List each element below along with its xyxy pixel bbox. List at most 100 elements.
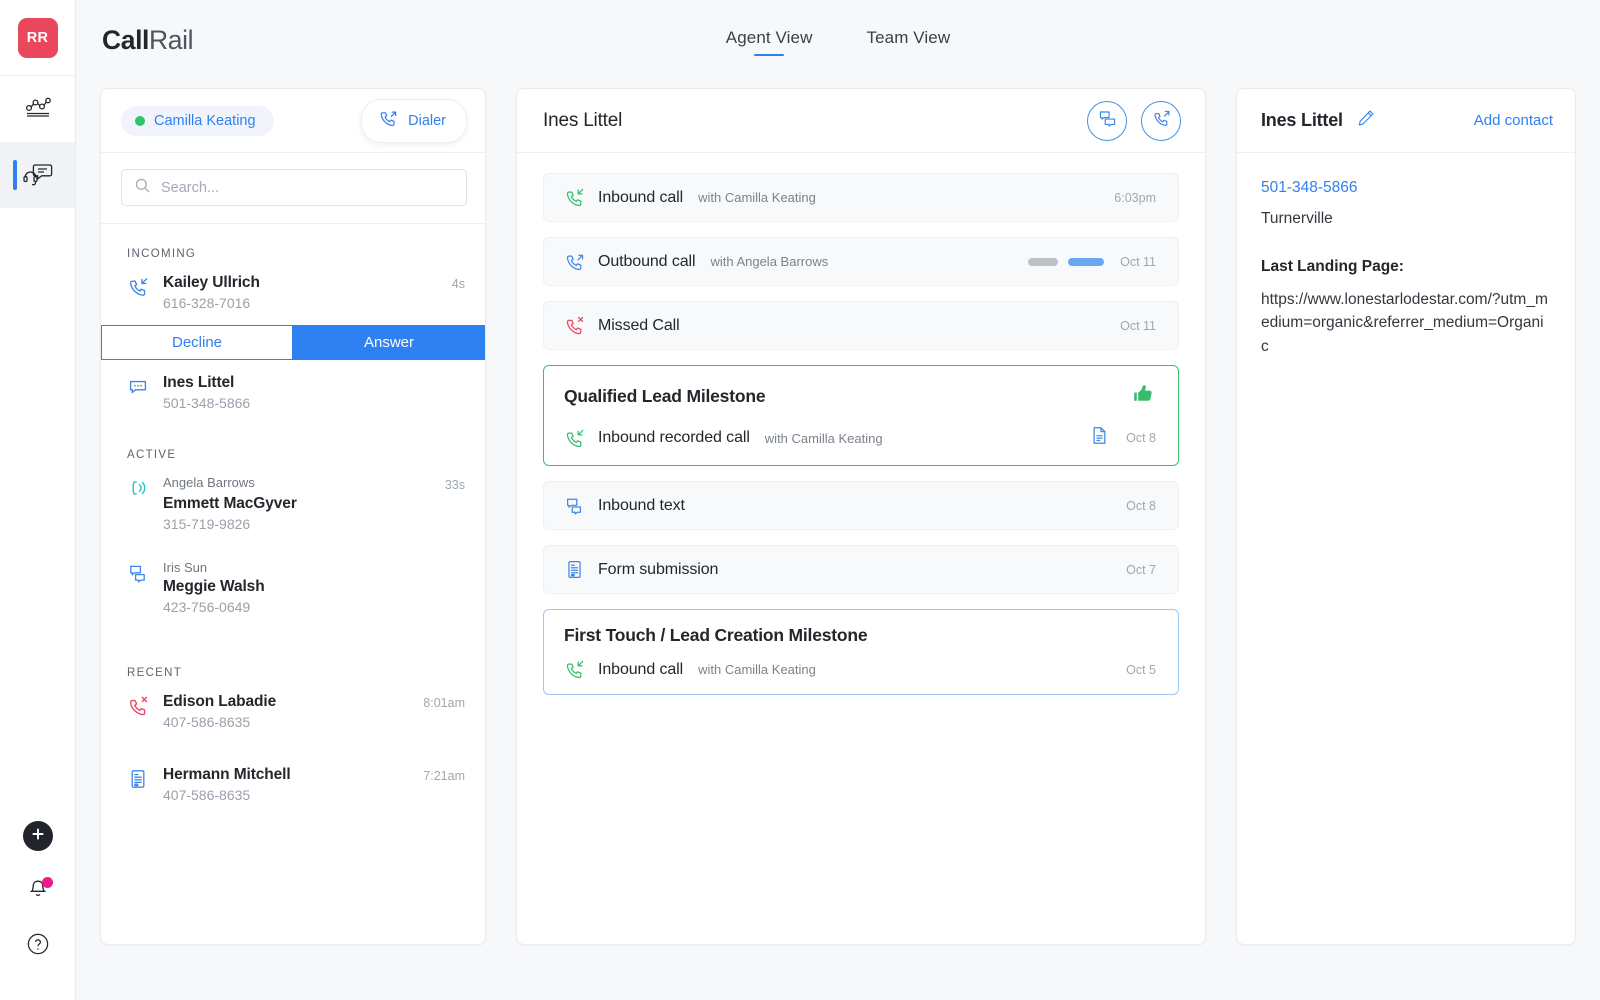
- event-with: with Camilla Keating: [698, 662, 816, 677]
- event-title: Inbound call: [598, 189, 683, 207]
- page-title: Ines Littel: [543, 110, 622, 132]
- timeline-header-actions: [1087, 101, 1181, 141]
- incoming-call-icon: [564, 187, 586, 208]
- incoming-call-icon: [127, 274, 149, 303]
- sidebar-header: Camilla Keating Dialer: [101, 89, 485, 153]
- event-date: 6:03pm: [1114, 191, 1156, 205]
- headset-chat-icon: [21, 158, 55, 193]
- plus-circle-icon: [30, 826, 46, 847]
- notification-badge: [42, 877, 53, 888]
- tab-agent-view[interactable]: Agent View: [724, 22, 815, 58]
- outbound-call-icon: [564, 251, 586, 272]
- list-item-phone: 501-348-5866: [163, 395, 465, 411]
- milestone-event-row: Inbound recorded call with Camilla Keati…: [564, 425, 1156, 451]
- event-title: Outbound call: [598, 253, 695, 271]
- milestone-card-first-touch[interactable]: First Touch / Lead Creation Milestone In…: [543, 609, 1179, 695]
- milestone-header: Qualified Lead Milestone: [564, 381, 1156, 412]
- milestone-title: Qualified Lead Milestone: [564, 386, 765, 407]
- place-call-button[interactable]: [1141, 101, 1181, 141]
- add-button[interactable]: [23, 821, 53, 851]
- contact-phone[interactable]: 501-348-5866: [1261, 179, 1551, 197]
- timeline-event[interactable]: Missed Call Oct 11: [543, 301, 1179, 350]
- avatar[interactable]: RR: [18, 18, 58, 58]
- search-input[interactable]: [161, 180, 454, 196]
- brand-light: Rail: [149, 25, 193, 55]
- status-badge[interactable]: Camilla Keating: [121, 106, 274, 136]
- list-item[interactable]: Ines Littel 501-348-5866: [101, 360, 485, 425]
- timeline-list: Inbound call with Camilla Keating 6:03pm: [517, 153, 1205, 944]
- tab-team-view-label: Team View: [866, 28, 950, 47]
- chart-line-icon: [23, 92, 53, 127]
- notifications-button[interactable]: [24, 877, 52, 905]
- list-item[interactable]: Iris Sun Meggie Walsh 423-756-0649: [101, 546, 485, 629]
- top-bar: CallRail Agent View Team View: [76, 0, 1600, 80]
- milestone-card-qualified-lead[interactable]: Qualified Lead Milestone: [543, 365, 1179, 466]
- event-title: Inbound recorded call: [598, 429, 750, 447]
- list-item-name: Hermann Mitchell: [163, 766, 291, 784]
- sidebar-item-analytics[interactable]: [0, 76, 75, 142]
- timeline-panel: Ines Littel: [516, 88, 1206, 945]
- event-date: Oct 11: [1120, 255, 1156, 269]
- event-with: with Camilla Keating: [765, 431, 883, 446]
- event-right: Oct 11: [1028, 255, 1156, 269]
- list-item-body: Iris Sun Meggie Walsh 423-756-0649: [163, 560, 465, 615]
- list-item[interactable]: Kailey Ullrich 4s 616-328-7016: [101, 260, 485, 325]
- search-box[interactable]: [121, 169, 467, 206]
- recording-progress-fill[interactable]: [1068, 258, 1104, 266]
- list-item-body: Edison Labadie 8:01am 407-586-8635: [163, 693, 465, 730]
- form-icon: [564, 559, 586, 580]
- group-label-recent: RECENT: [101, 629, 485, 679]
- form-icon: [127, 766, 149, 795]
- dialer-button[interactable]: Dialer: [361, 99, 467, 143]
- list-item[interactable]: Edison Labadie 8:01am 407-586-8635: [101, 679, 485, 744]
- timeline-event[interactable]: Inbound text Oct 8: [543, 481, 1179, 530]
- send-text-button[interactable]: [1087, 101, 1127, 141]
- list-item-name: Meggie Walsh: [163, 578, 465, 596]
- sidebar-item-conversations[interactable]: [0, 142, 75, 208]
- incoming-call-icon: [564, 659, 586, 680]
- pencil-icon[interactable]: [1356, 108, 1376, 133]
- timeline-event[interactable]: Form submission Oct 7: [543, 545, 1179, 594]
- list-item-time: 33s: [445, 475, 465, 492]
- contact-header: Ines Littel Add contact: [1237, 89, 1575, 153]
- event-date: Oct 8: [1126, 499, 1156, 513]
- timeline-event[interactable]: Inbound call with Camilla Keating 6:03pm: [543, 173, 1179, 222]
- list-item-row: Iris Sun: [163, 560, 465, 575]
- last-landing-page-url: https://www.lonestarlodestar.com/?utm_me…: [1261, 288, 1551, 358]
- event-title: Inbound text: [598, 497, 685, 515]
- contact-panel: Ines Littel Add contact 501-348-5866 Tur…: [1236, 88, 1576, 945]
- tab-agent-view-label: Agent View: [726, 28, 813, 47]
- help-button[interactable]: [25, 931, 51, 962]
- list-item-time: 4s: [452, 274, 465, 291]
- event-title: Missed Call: [598, 317, 680, 335]
- decline-button[interactable]: Decline: [101, 325, 293, 360]
- list-item-name: Ines Littel: [163, 374, 234, 392]
- timeline-event[interactable]: Outbound call with Angela Barrows Oct 11: [543, 237, 1179, 286]
- columns: Camilla Keating Dialer: [76, 80, 1600, 1000]
- recording-progress-track[interactable]: [1028, 258, 1058, 266]
- event-right: Oct 8: [1126, 499, 1156, 513]
- list-item[interactable]: Angela Barrows 33s Emmett MacGyver 315-7…: [101, 461, 485, 546]
- add-contact-button[interactable]: Add contact: [1474, 112, 1553, 129]
- conversations-sidebar: Camilla Keating Dialer: [100, 88, 486, 945]
- event-right: Oct 8: [1089, 425, 1156, 451]
- contact-body: 501-348-5866 Turnerville Last Landing Pa…: [1237, 153, 1575, 358]
- account-avatar-wrap: RR: [0, 0, 75, 76]
- active-call-icon: [127, 475, 149, 504]
- answer-button[interactable]: Answer: [293, 325, 485, 360]
- event-date: Oct 7: [1126, 563, 1156, 577]
- missed-call-icon: [127, 693, 149, 722]
- text-thread-icon: [127, 560, 149, 589]
- list-item-time: 7:21am: [423, 766, 465, 783]
- list-item[interactable]: Hermann Mitchell 7:21am 407-586-8635: [101, 744, 485, 817]
- tab-team-view[interactable]: Team View: [864, 22, 952, 58]
- event-with: with Angela Barrows: [710, 254, 828, 269]
- timeline-header: Ines Littel: [517, 89, 1205, 153]
- incoming-call-icon: [564, 428, 586, 449]
- list-item-name: Emmett MacGyver: [163, 495, 465, 513]
- transcript-document-icon[interactable]: [1089, 425, 1110, 451]
- search-icon: [134, 177, 151, 199]
- contact-name: Ines Littel: [1261, 110, 1343, 131]
- group-label-incoming: INCOMING: [101, 224, 485, 260]
- outbound-call-icon: [378, 109, 398, 133]
